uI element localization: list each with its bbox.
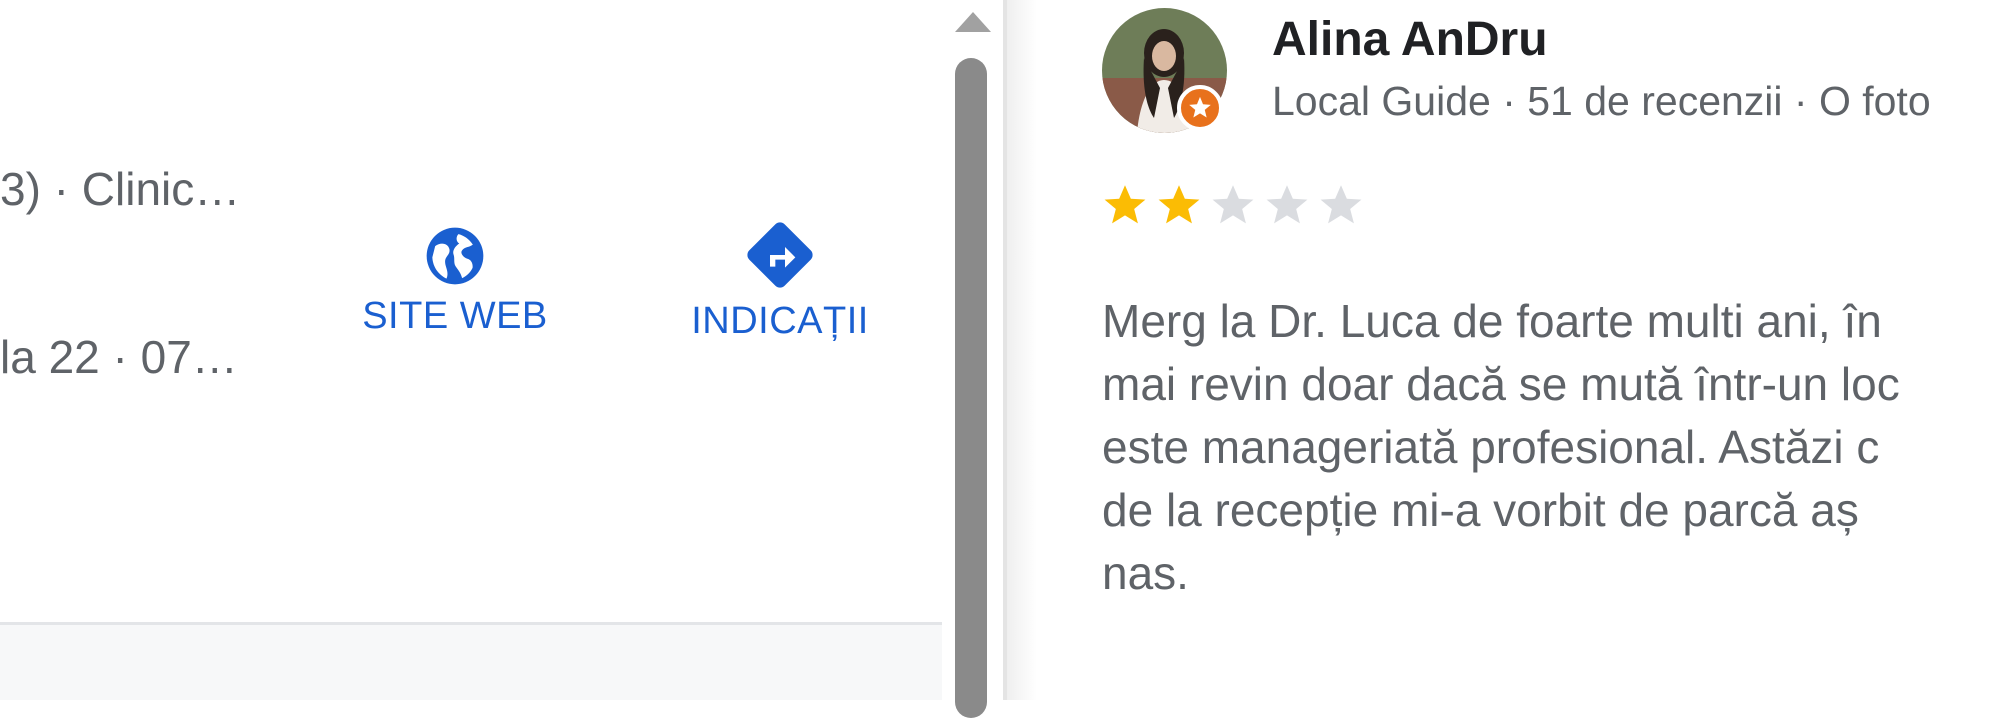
review-text-line: Merg la Dr. Luca de foarte multi ani, în	[1102, 295, 1882, 347]
star-empty-icon	[1320, 185, 1362, 224]
review-card: Alina AnDru Local Guide · 51 de recenzii…	[1037, 0, 2000, 700]
scrollbar[interactable]	[945, 40, 1000, 718]
star-filled-icon	[1104, 185, 1146, 224]
scroll-up-arrow-icon[interactable]	[955, 12, 991, 32]
scrollbar-thumb[interactable]	[955, 58, 987, 718]
review-panel-edge	[1007, 0, 1037, 700]
star-empty-icon	[1266, 185, 1308, 224]
website-label: SITE WEB	[362, 295, 548, 337]
review-text-line: este manageriată profesional. Astăzi c	[1102, 421, 1880, 473]
review-text: Merg la Dr. Luca de foarte multi ani, în…	[1102, 290, 2000, 605]
star-rating	[1100, 180, 1366, 232]
local-guide-badge	[1177, 85, 1223, 131]
rating-category-snippet: 3) · Clinic…	[0, 163, 241, 215]
review-text-line: de la recepție mi-a vorbit de parcă aș	[1102, 484, 1859, 536]
panel-section-divider	[0, 622, 942, 700]
review-text-line: mai revin doar dacă se mută într-un loc	[1102, 358, 1900, 410]
reviewer-meta: Local Guide · 51 de recenzii · O foto	[1272, 78, 1931, 124]
star-empty-icon	[1212, 185, 1254, 224]
hours-snippet: la 22 · 07…	[0, 331, 238, 383]
review-text-line: nas.	[1102, 547, 1189, 599]
directions-icon	[747, 222, 813, 288]
directions-label: INDICAȚII	[691, 300, 869, 342]
star-badge-icon	[1189, 96, 1211, 118]
globe-icon	[426, 227, 484, 285]
star-filled-icon	[1158, 185, 1200, 224]
directions-button[interactable]: INDICAȚII	[670, 215, 890, 343]
reviewer-name[interactable]: Alina AnDru	[1272, 12, 1548, 67]
website-button[interactable]: SITE WEB	[345, 222, 565, 338]
place-panel: 3) · Clinic… la 22 · 07… SITE WEB INDICA…	[0, 0, 945, 700]
